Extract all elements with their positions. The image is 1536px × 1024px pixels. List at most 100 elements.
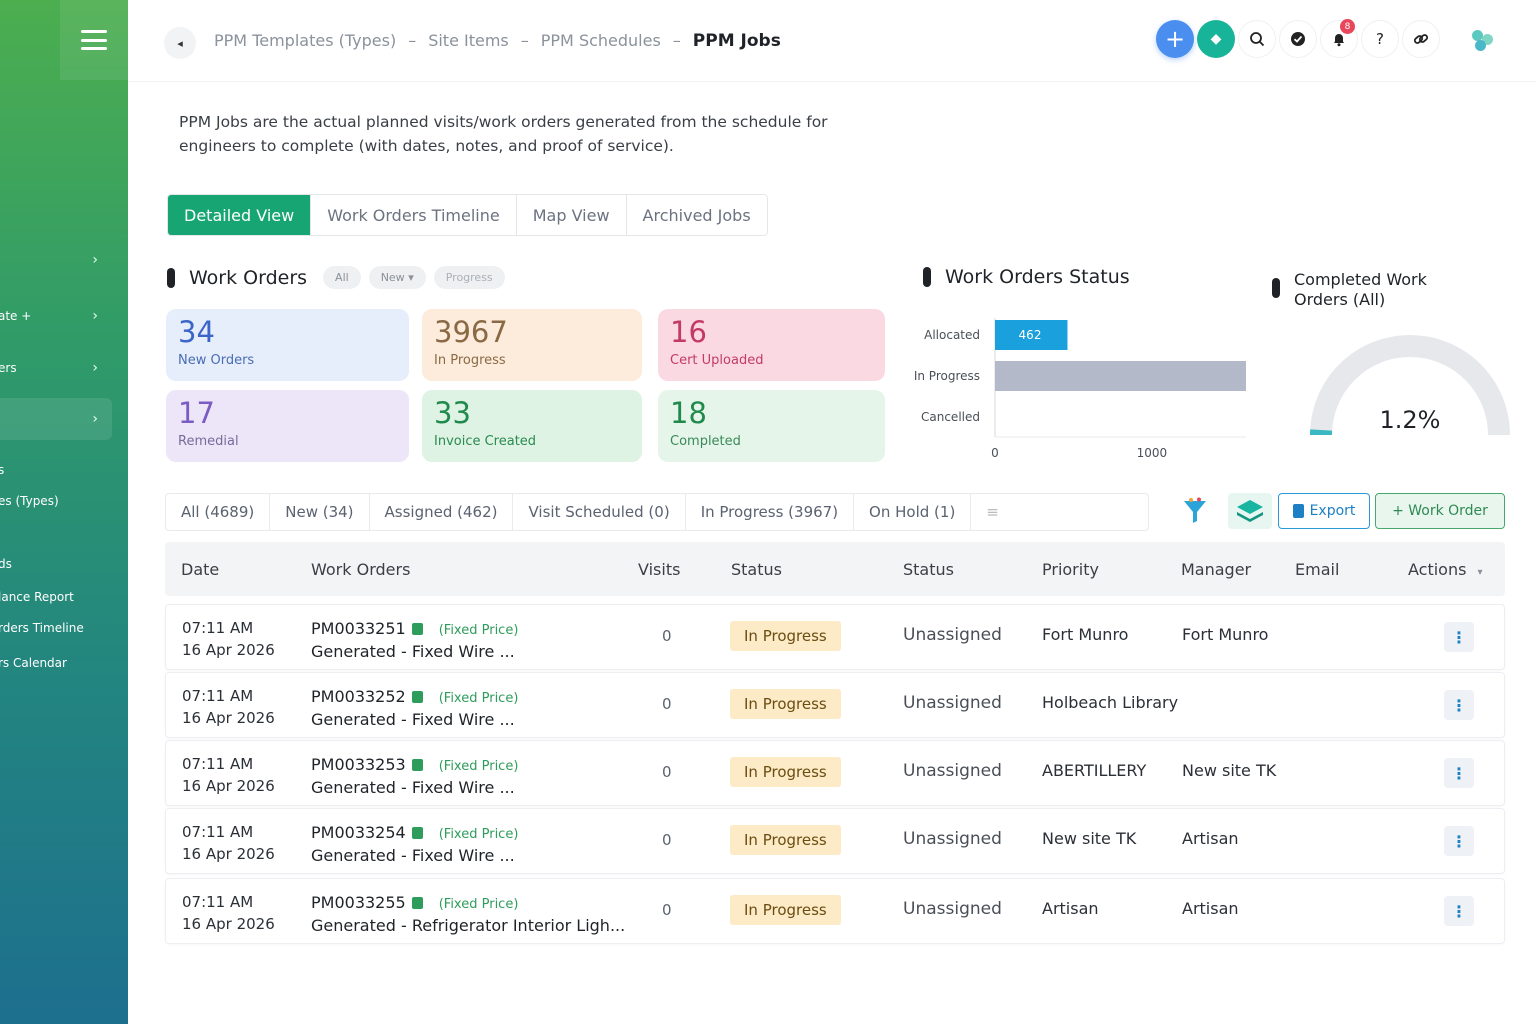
tasks-button[interactable]	[1279, 20, 1317, 58]
column-header-email[interactable]: Email	[1295, 560, 1339, 579]
sidebar-link-3[interactable]: ds	[0, 557, 12, 571]
back-button[interactable]: ◂	[164, 27, 196, 59]
stat-card-new-orders[interactable]: 34 New Orders	[166, 309, 409, 381]
breadcrumb-item[interactable]: PPM Schedules	[541, 31, 661, 51]
row-actions-button[interactable]: ⋮	[1444, 896, 1474, 926]
kebab-icon: ⋮	[1451, 695, 1467, 715]
filter-pill-progress[interactable]: Progress	[433, 266, 505, 289]
export-label: Export	[1309, 503, 1356, 519]
row-actions-button[interactable]: ⋮	[1444, 758, 1474, 788]
sidebar-link-4[interactable]: lance Report	[0, 590, 74, 604]
filter-tab-in-progress[interactable]: In Progress (3967)	[686, 494, 855, 530]
row-date: 16 Apr 2026	[182, 845, 275, 863]
column-header-work-orders[interactable]: Work Orders	[311, 560, 410, 579]
column-header-actions[interactable]: Actions ▾	[1408, 560, 1483, 579]
menu-toggle[interactable]	[60, 0, 128, 80]
breadcrumb-separator: –	[672, 31, 681, 50]
stat-card-completed[interactable]: 18 Completed	[658, 390, 885, 462]
filter-pill-all[interactable]: All	[323, 266, 361, 289]
row-time: 07:11 AM	[182, 823, 254, 841]
tab-work-orders-timeline[interactable]: Work Orders Timeline	[311, 195, 517, 235]
assignment-status: Unassigned	[903, 761, 1002, 781]
stat-label: Completed	[670, 434, 741, 449]
stat-card-cert-uploaded[interactable]: 16 Cert Uploaded	[658, 309, 885, 381]
stat-label: Cert Uploaded	[670, 353, 764, 368]
status-badge: In Progress	[730, 621, 841, 651]
hamburger-icon[interactable]	[81, 30, 107, 50]
add-work-order-button[interactable]: + Work Order	[1375, 493, 1505, 529]
row-time: 07:11 AM	[182, 755, 254, 773]
breadcrumb-item[interactable]: PPM Templates (Types)	[214, 31, 396, 51]
work-order-id[interactable]: PM0033252 (Fixed Price)	[311, 687, 518, 706]
work-order-id[interactable]: PM0033254 (Fixed Price)	[311, 823, 518, 842]
link-button[interactable]	[1402, 20, 1440, 58]
breadcrumb-item[interactable]: Site Items	[428, 31, 509, 51]
work-order-id[interactable]: PM0033251 (Fixed Price)	[311, 619, 518, 638]
column-header-manager[interactable]: Manager	[1181, 560, 1251, 579]
table-row[interactable]: 07:11 AM 16 Apr 2026 PM0033254 (Fixed Pri…	[165, 808, 1505, 874]
stat-label: In Progress	[434, 353, 506, 368]
table-row[interactable]: 07:11 AM 16 Apr 2026 PM0033253 (Fixed Pri…	[165, 740, 1505, 806]
sidebar-link-6[interactable]: rs Calendar	[0, 656, 67, 670]
stat-card-remedial[interactable]: 17 Remedial	[166, 390, 409, 462]
column-header-visits[interactable]: Visits	[638, 560, 680, 579]
check-circle-icon	[1291, 32, 1305, 46]
chart-category-label: Cancelled	[921, 410, 980, 424]
work-order-id[interactable]: PM0033255 (Fixed Price)	[311, 893, 518, 912]
assignment-status: Unassigned	[903, 899, 1002, 919]
stat-card-in-progress[interactable]: 3967 In Progress	[422, 309, 642, 381]
row-actions-button[interactable]: ⋮	[1444, 622, 1474, 652]
filter-tab-all[interactable]: All (4689)	[166, 494, 271, 530]
app-switch-button[interactable]: ◆	[1197, 20, 1235, 58]
table-row[interactable]: 07:11 AM 16 Apr 2026 PM0033255 (Fixed Pri…	[165, 878, 1505, 944]
status-badge: In Progress	[730, 825, 841, 855]
row-actions-button[interactable]: ⋮	[1444, 690, 1474, 720]
filter-tab-assigned[interactable]: Assigned (462)	[370, 494, 514, 530]
pill-label: New	[380, 271, 405, 284]
row-actions-button[interactable]: ⋮	[1444, 826, 1474, 856]
priority-value: Holbeach Library	[1042, 693, 1179, 712]
sidebar-item-label: ers	[0, 361, 17, 375]
column-header-assign-status[interactable]: Status	[903, 560, 954, 579]
filter-tab-new[interactable]: New (34)	[270, 494, 370, 530]
sidebar-item-1[interactable]: ›	[0, 242, 112, 278]
help-button[interactable]: ?	[1361, 20, 1399, 58]
table-row[interactable]: 07:11 AM 16 Apr 2026 PM0033251 (Fixed Pri…	[165, 604, 1505, 670]
column-header-status[interactable]: Status	[731, 560, 782, 579]
tab-map-view[interactable]: Map View	[516, 195, 627, 235]
work-order-id[interactable]: PM0033253 (Fixed Price)	[311, 755, 518, 774]
export-button[interactable]: Export	[1278, 493, 1370, 529]
column-header-date[interactable]: Date	[181, 560, 219, 579]
filter-tab-visit-scheduled[interactable]: Visit Scheduled (0)	[513, 494, 686, 530]
work-order-number: PM0033255	[311, 893, 406, 912]
search-button[interactable]	[1238, 20, 1276, 58]
tab-archived-jobs[interactable]: Archived Jobs	[626, 195, 767, 235]
sidebar-link-1[interactable]: s	[0, 463, 4, 477]
work-order-description: Generated - Fixed Wire ...	[311, 710, 515, 729]
more-filters-icon[interactable]: ≡	[971, 494, 1014, 530]
work-order-description: Generated - Fixed Wire ...	[311, 642, 515, 661]
sidebar-item-3[interactable]: ers ›	[0, 350, 112, 386]
tab-detailed-view[interactable]: Detailed View	[168, 195, 312, 235]
filter-pill-new[interactable]: New ▾	[368, 266, 426, 289]
breadcrumb: PPM Templates (Types) – Site Items – PPM…	[214, 31, 781, 51]
filter-tab-on-hold[interactable]: On Hold (1)	[854, 494, 972, 530]
gauge-value: 1.2%	[1380, 406, 1441, 434]
notifications-button[interactable]: 8	[1320, 19, 1358, 58]
column-header-priority[interactable]: Priority	[1042, 560, 1099, 579]
price-type: (Fixed Price)	[438, 623, 519, 638]
sidebar-item-4[interactable]: ›	[0, 398, 112, 440]
layers-button[interactable]	[1228, 493, 1272, 529]
add-button[interactable]: +	[1156, 20, 1194, 58]
filter-button[interactable]	[1176, 493, 1214, 529]
sidebar-item-2[interactable]: ate + ›	[0, 298, 112, 334]
plus-icon: +	[1164, 25, 1186, 53]
sidebar-link-5[interactable]: rders Timeline	[0, 621, 84, 635]
kebab-icon: ⋮	[1451, 627, 1467, 647]
stat-card-invoice-created[interactable]: 33 Invoice Created	[422, 390, 642, 462]
chevron-right-icon: ›	[92, 252, 98, 268]
work-order-description: Generated - Fixed Wire ...	[311, 778, 515, 797]
table-row[interactable]: 07:11 AM 16 Apr 2026 PM0033252 (Fixed Pri…	[165, 672, 1505, 738]
link-icon	[1413, 34, 1429, 44]
sidebar-link-2[interactable]: es (Types)	[0, 494, 59, 508]
